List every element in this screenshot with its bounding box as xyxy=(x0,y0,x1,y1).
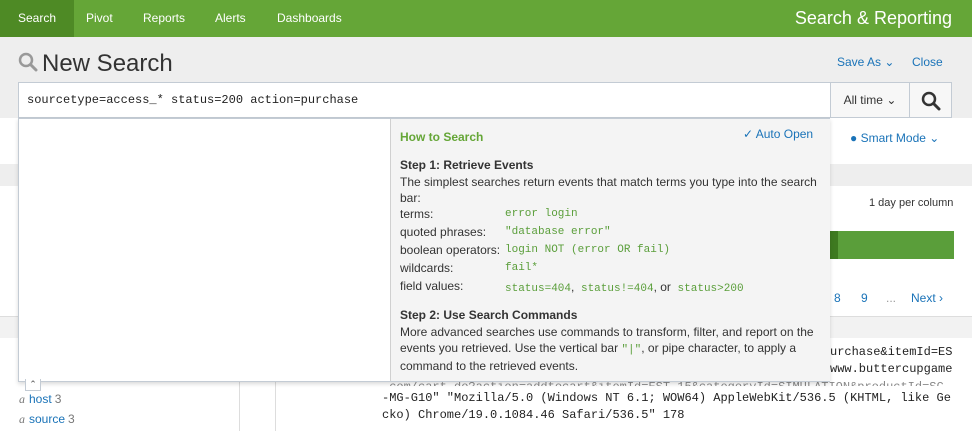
top-nav: Search Pivot Reports Alerts Dashboards S… xyxy=(0,0,972,37)
how-to-search-panel: How to Search ✓ Auto Open Step 1: Retrie… xyxy=(390,119,830,381)
time-range-label: All time xyxy=(843,93,883,107)
tab-dashboards-label: Dashboards xyxy=(277,11,342,25)
field-name: host xyxy=(29,392,52,406)
page-link-9[interactable]: 9 xyxy=(861,291,868,305)
checkmark-icon: ✓ xyxy=(743,127,754,141)
tab-dashboards[interactable]: Dashboards xyxy=(277,0,342,37)
example-code[interactable]: status!=404 xyxy=(581,283,654,295)
step1-title: Step 1: Retrieve Events xyxy=(400,158,534,172)
tab-reports-label: Reports xyxy=(143,11,186,25)
page-ellipsis: ... xyxy=(886,291,897,305)
timeline-bar-selected[interactable] xyxy=(830,231,838,259)
tab-search-label: Search xyxy=(17,11,57,25)
field-item-host[interactable]: a host 3 xyxy=(19,392,61,407)
field-type-icon: a xyxy=(19,412,25,426)
time-range-picker[interactable]: All time ⌄ xyxy=(830,82,910,118)
example-code[interactable]: "database error" xyxy=(505,226,611,238)
help-title: How to Search xyxy=(400,130,484,144)
tab-pivot[interactable]: Pivot xyxy=(86,0,113,37)
example-code[interactable]: login NOT (error OR fail) xyxy=(505,244,670,256)
search-input[interactable]: sourcetype=access_* status=200 action=pu… xyxy=(18,82,830,118)
field-type-icon: a xyxy=(19,392,25,406)
lightbulb-icon: ● xyxy=(850,131,858,145)
event-line: cko) Chrome/19.0.1084.46 Safari/536.5" 1… xyxy=(382,408,685,422)
chevron-right-icon: › xyxy=(939,291,944,305)
example-separator: , or xyxy=(653,280,671,294)
chevron-down-icon: ⌄ xyxy=(884,55,895,69)
example-code[interactable]: fail* xyxy=(505,262,538,274)
search-mode-button[interactable]: ● Smart Mode ⌄ xyxy=(850,131,939,145)
tab-pivot-label: Pivot xyxy=(86,11,113,25)
page-title: New Search xyxy=(42,50,173,77)
page-header: New Search Save As ⌄ Close xyxy=(0,37,972,83)
event-line: www.buttercupgame xyxy=(830,362,953,376)
pipe-code: "|" xyxy=(621,344,642,356)
example-code[interactable]: status>200 xyxy=(678,283,744,295)
example-label: quoted phrases: xyxy=(400,225,487,239)
timeline-scale-label[interactable]: 1 day per column xyxy=(869,197,953,209)
field-count: 3 xyxy=(68,412,75,426)
search-assistant-dropdown: How to Search ✓ Auto Open Step 1: Retrie… xyxy=(18,118,830,382)
search-mode-label: Smart Mode xyxy=(860,131,926,145)
tab-alerts-label: Alerts xyxy=(215,11,246,25)
auto-open-label: Auto Open xyxy=(755,127,814,141)
tab-reports[interactable]: Reports xyxy=(143,0,185,37)
save-as-label: Save As xyxy=(837,55,882,69)
example-label: field values: xyxy=(400,279,464,293)
example-code[interactable]: status=404 xyxy=(505,283,571,295)
field-item-source[interactable]: a source 3 xyxy=(19,412,75,427)
field-count: 3 xyxy=(54,392,62,406)
close-button[interactable]: Close xyxy=(912,55,943,69)
chevron-up-icon: ⌃ xyxy=(29,379,37,389)
next-page-link[interactable]: Next › xyxy=(911,291,943,305)
app-title[interactable]: Search & Reporting xyxy=(795,0,952,37)
example-label: terms: xyxy=(400,207,434,221)
chevron-down-icon: ⌄ xyxy=(929,131,940,145)
step2-title: Step 2: Use Search Commands xyxy=(400,308,578,322)
event-line: urchase&itemId=ES xyxy=(830,345,953,359)
event-line: -MG-G10" "Mozilla/5.0 (Windows NT 6.1; W… xyxy=(382,391,951,405)
field-values-examples: status=404, status!=404, or status>200 xyxy=(505,280,744,295)
tab-search[interactable]: Search xyxy=(0,0,74,37)
example-label: boolean operators: xyxy=(400,243,501,257)
example-separator: , xyxy=(571,280,575,294)
example-label: wildcards: xyxy=(400,261,454,275)
search-button[interactable] xyxy=(910,82,952,118)
page-link-8[interactable]: 8 xyxy=(834,291,841,305)
collapse-assistant-button[interactable]: ⌃ xyxy=(25,379,41,391)
timeline-bar[interactable] xyxy=(830,231,954,259)
next-page-label: Next xyxy=(911,291,936,305)
save-as-button[interactable]: Save As ⌄ xyxy=(837,55,894,69)
chevron-down-icon: ⌄ xyxy=(886,93,897,107)
tab-alerts[interactable]: Alerts xyxy=(215,0,246,37)
field-name: source xyxy=(29,412,66,426)
search-icon xyxy=(18,52,38,77)
step2-text: More advanced searches use commands to t… xyxy=(400,324,825,374)
auto-open-toggle[interactable]: ✓ Auto Open xyxy=(743,127,813,141)
step1-text: The simplest searches return events that… xyxy=(400,175,817,205)
example-code[interactable]: error login xyxy=(505,208,578,220)
